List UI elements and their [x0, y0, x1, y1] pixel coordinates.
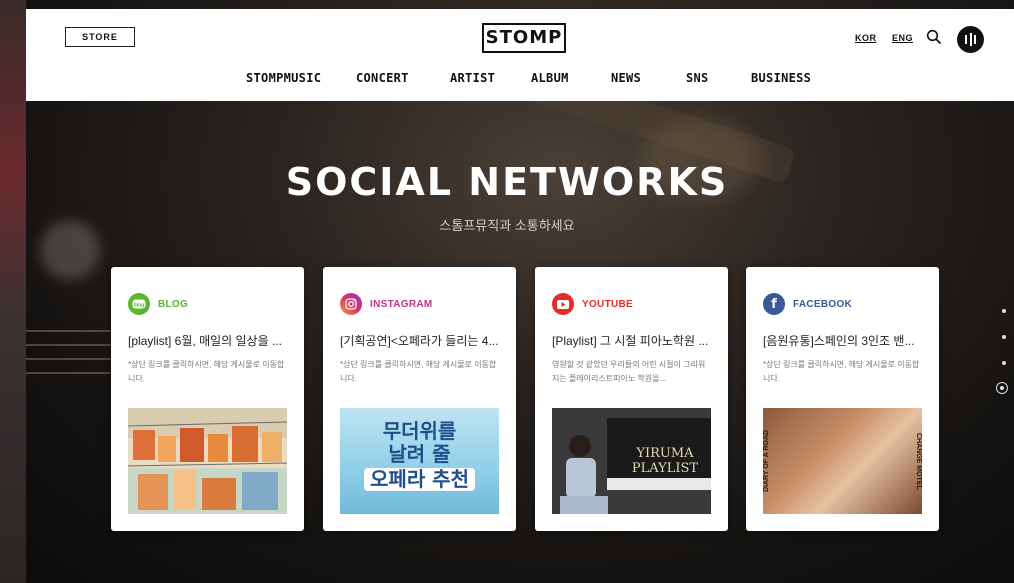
platform-label: f FACEBOOK	[763, 293, 852, 315]
thumb-text-line2: PLAYLIST	[631, 461, 699, 476]
section-subtitle: 스톰프뮤직과 소통하세요	[439, 218, 575, 233]
post-thumbnail[interactable]: YIRUMA PLAYLIST	[552, 408, 711, 514]
platform-name: BLOG	[158, 298, 189, 310]
nav-sns[interactable]: SNS	[686, 71, 709, 85]
platform-name: FACEBOOK	[793, 298, 853, 310]
facebook-icon: f	[763, 293, 785, 315]
platform-label: YOUTUBE	[552, 293, 633, 315]
post-thumbnail[interactable]: DIARY OF A ROAD CHANGE MOTEL	[763, 408, 922, 514]
post-title[interactable]: [playlist] 6월, 매일의 일상을 ...	[128, 332, 288, 349]
sns-card-facebook[interactable]: f FACEBOOK [음원유통]스페인의 3인조 밴... *상단 링크를 클…	[746, 267, 939, 531]
thumb-text-line2: 날려 줄	[388, 442, 451, 466]
platform-label: blog BLOG	[128, 293, 188, 315]
instagram-icon	[340, 293, 362, 315]
post-description: 영원할 것 같았던 우리들의 어린 시절이 그리워지는 플레이리스트피아노 학원…	[552, 360, 706, 383]
nav-stompmusic[interactable]: STOMPMUSIC	[246, 71, 321, 85]
sns-card-youtube[interactable]: YOUTUBE [Playlist] 그 시절 피아노학원 ... 영원할 것 …	[535, 267, 728, 531]
svg-text:blog: blog	[134, 302, 145, 308]
nav-news[interactable]: NEWS	[611, 71, 641, 85]
post-description: *상단 링크를 클릭하시면, 해당 게시물로 이동합니다.	[763, 360, 920, 383]
post-title[interactable]: [기획공연]<오페라가 들리는 4...	[340, 332, 500, 349]
store-button[interactable]: STORE	[65, 27, 135, 47]
youtube-icon	[552, 293, 574, 315]
sns-card-blog[interactable]: blog BLOG [playlist] 6월, 매일의 일상을 ... *상단…	[111, 267, 304, 531]
nav-album[interactable]: ALBUM	[531, 71, 569, 85]
platform-name: YOUTUBE	[582, 298, 633, 310]
lang-eng-link[interactable]: ENG	[892, 33, 913, 43]
platform-name: INSTAGRAM	[370, 298, 433, 310]
nav-artist[interactable]: ARTIST	[450, 71, 495, 85]
thumb-text-line1: 무더위를	[382, 419, 457, 443]
post-description: *상단 링크를 클릭하시면, 해당 게시물로 이동합니다.	[128, 360, 285, 383]
blog-icon: blog	[128, 293, 150, 315]
sns-card-instagram[interactable]: INSTAGRAM [기획공연]<오페라가 들리는 4... *상단 링크를 클…	[323, 267, 516, 531]
post-title[interactable]: [Playlist] 그 시절 피아노학원 ...	[552, 332, 712, 349]
platform-label: INSTAGRAM	[340, 293, 433, 315]
brand-menu-icon[interactable]	[957, 26, 984, 53]
search-icon[interactable]	[926, 29, 942, 45]
section-title: SOCIAL NETWORKS	[285, 160, 729, 204]
post-thumbnail[interactable]	[128, 408, 287, 514]
site-header: STORE STOMP KOR ENG STOMPMUSIC CONCERT A…	[26, 9, 1014, 101]
page-dot-3[interactable]	[1002, 361, 1006, 365]
post-thumbnail[interactable]: 무더위를 날려 줄 오페라 추천	[340, 408, 499, 514]
thumb-text-line1: DIARY OF A ROAD	[763, 429, 770, 493]
page-dot-active[interactable]	[996, 382, 1008, 394]
thumb-text-line1: YIRUMA	[636, 446, 694, 461]
thumb-text-line3: 오페라 추천	[364, 468, 475, 491]
page-dot-1[interactable]	[1002, 309, 1006, 313]
nav-concert[interactable]: CONCERT	[356, 71, 409, 85]
lang-kor-link[interactable]: KOR	[855, 33, 877, 43]
nav-business[interactable]: BUSINESS	[751, 71, 811, 85]
page-dot-2[interactable]	[1002, 335, 1006, 339]
post-title[interactable]: [음원유통]스페인의 3인조 밴...	[763, 332, 923, 349]
post-description: *상단 링크를 클릭하시면, 해당 게시물로 이동합니다.	[340, 360, 497, 383]
stomp-logo[interactable]: STOMP	[482, 23, 566, 53]
thumb-text-line2: CHANGE MOTEL	[915, 432, 922, 490]
